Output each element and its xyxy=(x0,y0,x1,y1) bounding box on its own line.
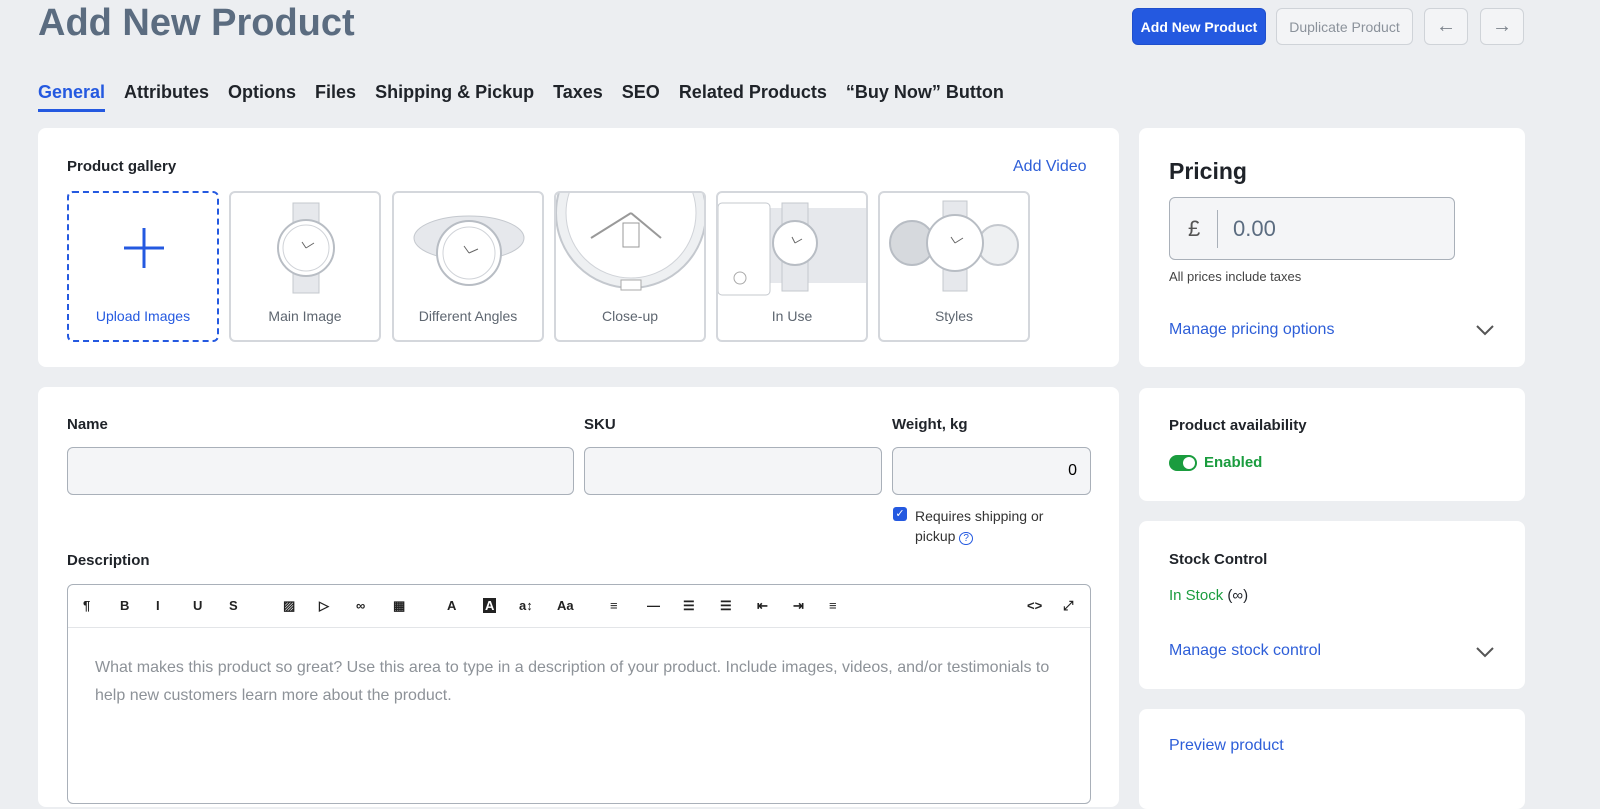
sku-input[interactable] xyxy=(584,447,882,495)
divider xyxy=(1217,210,1218,248)
font-case-icon[interactable]: Aa xyxy=(557,598,574,613)
table-icon[interactable]: ▦ xyxy=(393,598,405,614)
help-icon[interactable]: ? xyxy=(959,532,973,545)
video-icon[interactable]: ▷ xyxy=(319,598,329,614)
gallery-tile-main-image[interactable]: Main Image xyxy=(229,191,381,342)
tab-buy-now-button[interactable]: “Buy Now” Button xyxy=(846,82,1004,112)
link-icon[interactable]: ∞ xyxy=(356,598,365,613)
bullet-list-icon[interactable]: ☰ xyxy=(683,598,695,614)
editor-toolbar xyxy=(68,585,1090,628)
next-arrow-icon[interactable]: → xyxy=(1480,8,1524,45)
requires-shipping-label: Requires shipping or pickup ? xyxy=(915,508,1044,545)
tab-files[interactable]: Files xyxy=(315,82,356,112)
add-video-link[interactable]: Add Video xyxy=(1013,158,1087,176)
weight-input[interactable] xyxy=(892,447,1091,495)
availability-card xyxy=(1139,388,1525,501)
code-view-icon[interactable]: <> xyxy=(1027,598,1042,613)
sku-label: SKU xyxy=(584,416,616,433)
tab-general[interactable]: General xyxy=(38,82,106,112)
background-color-icon[interactable]: A xyxy=(483,598,497,613)
strikethrough-icon[interactable]: S xyxy=(229,598,238,613)
numbered-list-icon[interactable]: ☰ xyxy=(720,598,732,614)
stock-card xyxy=(1139,521,1525,689)
indent-icon[interactable]: ⇥ xyxy=(793,598,804,614)
tab-related-products[interactable]: Related Products xyxy=(679,82,827,112)
manage-pricing-link[interactable]: Manage pricing options xyxy=(1169,321,1334,339)
availability-status: Enabled xyxy=(1204,454,1263,471)
more-icon[interactable]: ≡ xyxy=(829,598,837,613)
availability-title: Product availability xyxy=(1169,417,1307,434)
name-input[interactable] xyxy=(67,447,574,495)
gallery-tile-styles[interactable]: Styles xyxy=(878,191,1030,342)
gallery-tile-in-use[interactable]: In Use xyxy=(716,191,868,342)
tab-bar: General Attributes Options Files Shippin… xyxy=(38,82,1004,112)
horizontal-rule-icon[interactable]: — xyxy=(647,598,660,613)
currency-symbol: £ xyxy=(1188,216,1201,241)
tab-taxes[interactable]: Taxes xyxy=(553,82,603,112)
italic-icon[interactable]: I xyxy=(156,598,160,613)
tab-shipping[interactable]: Shipping & Pickup xyxy=(375,82,534,112)
weight-label: Weight, kg xyxy=(892,416,968,433)
image-icon[interactable]: ▨ xyxy=(283,598,295,614)
tab-attributes[interactable]: Attributes xyxy=(124,82,209,112)
manage-stock-link[interactable]: Manage stock control xyxy=(1169,642,1321,660)
availability-toggle[interactable] xyxy=(1169,455,1197,471)
chevron-down-icon[interactable] xyxy=(1475,324,1495,336)
price-input[interactable]: £ 0.00 xyxy=(1169,197,1455,260)
text-color-icon[interactable]: A xyxy=(447,598,456,613)
gallery-title: Product gallery xyxy=(67,158,177,175)
preview-card xyxy=(1139,709,1525,809)
fullscreen-icon[interactable]: ⤢ xyxy=(1063,598,1073,614)
requires-shipping-checkbox[interactable]: ✓ xyxy=(893,507,907,521)
chevron-down-icon[interactable] xyxy=(1475,646,1495,658)
price-note: All prices include taxes xyxy=(1169,269,1302,284)
tab-seo[interactable]: SEO xyxy=(622,82,660,112)
bold-icon[interactable]: B xyxy=(120,598,129,613)
stock-title: Stock Control xyxy=(1169,551,1268,568)
name-label: Name xyxy=(67,416,108,433)
duplicate-product-button[interactable]: Duplicate Product xyxy=(1276,8,1413,45)
underline-icon[interactable]: U xyxy=(193,598,202,613)
gallery-tile-different-angles[interactable]: Different Angles xyxy=(392,191,544,342)
font-size-icon[interactable]: a↕ xyxy=(519,598,533,613)
outdent-icon[interactable]: ⇤ xyxy=(757,598,768,614)
align-icon[interactable]: ≡ xyxy=(610,598,618,613)
description-placeholder[interactable]: What makes this product so great? Use th… xyxy=(68,628,1090,736)
previous-arrow-icon[interactable]: ← xyxy=(1424,8,1468,45)
gallery-tile-close-up[interactable]: Close-up xyxy=(554,191,706,342)
stock-status: In Stock (∞) xyxy=(1169,587,1249,604)
preview-product-link[interactable]: Preview product xyxy=(1169,737,1284,755)
description-editor[interactable]: What makes this product so great? Use th… xyxy=(67,584,1091,804)
paragraph-icon[interactable]: ¶ xyxy=(83,598,90,613)
tab-options[interactable]: Options xyxy=(228,82,296,112)
pricing-title: Pricing xyxy=(1169,158,1247,184)
page-title: Add New Product xyxy=(38,2,355,44)
upload-images-button[interactable]: Upload Images xyxy=(67,191,219,342)
description-label: Description xyxy=(67,552,150,569)
price-value: 0.00 xyxy=(1233,216,1276,241)
add-new-product-button[interactable]: Add New Product xyxy=(1132,8,1266,45)
